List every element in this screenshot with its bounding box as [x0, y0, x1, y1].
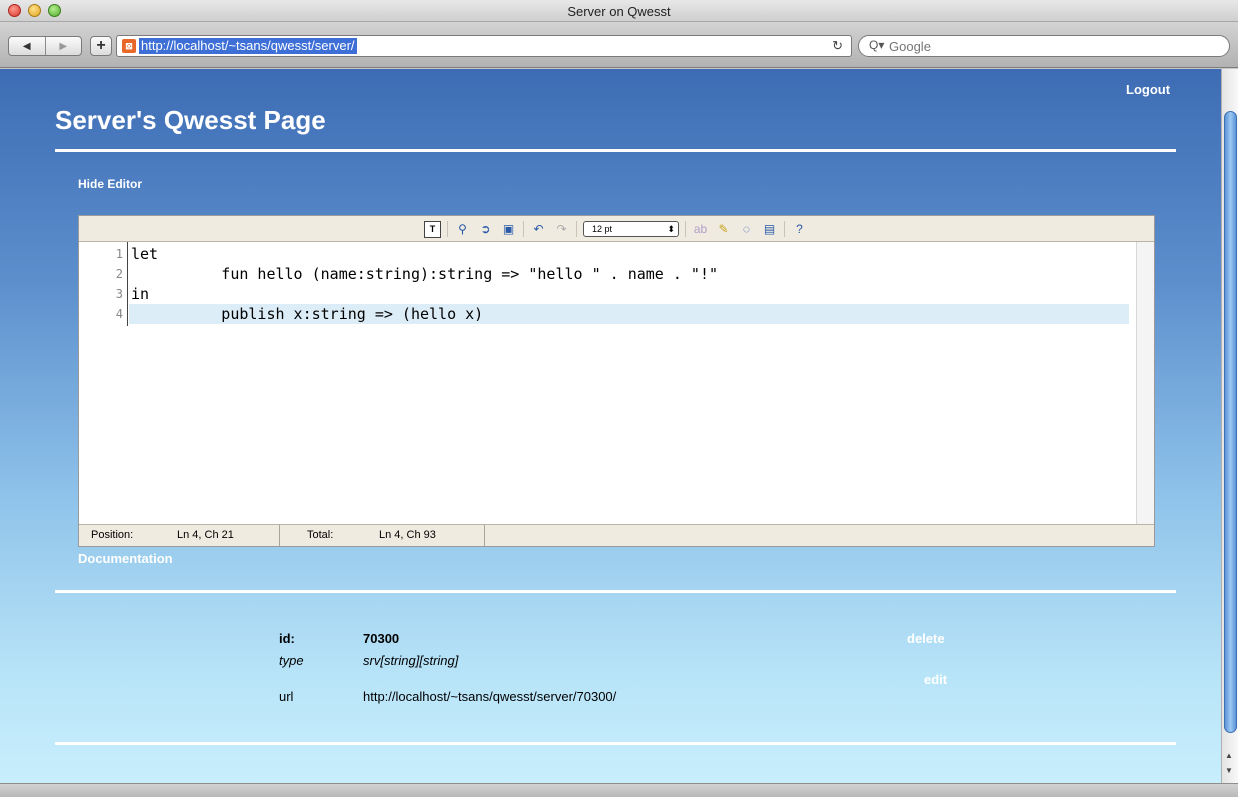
- code-line[interactable]: let: [129, 244, 1129, 264]
- line-numbers: 1 2 3 4: [79, 244, 123, 324]
- back-button[interactable]: ◀: [9, 37, 45, 55]
- total-label: Total:: [307, 529, 334, 541]
- code-area[interactable]: let fun hello (name:string):string => "h…: [129, 244, 1129, 324]
- code-line[interactable]: in: [129, 284, 1129, 304]
- delete-link[interactable]: delete: [907, 631, 945, 646]
- url-label: url: [279, 689, 294, 704]
- search-icon[interactable]: Q▾: [869, 38, 884, 52]
- total-value: Ln 4, Ch 93: [379, 529, 436, 541]
- page-title: Server's Qwesst Page: [55, 105, 326, 135]
- add-bookmark-button[interactable]: +: [90, 36, 112, 56]
- scroll-up-icon[interactable]: ▲: [1225, 751, 1233, 760]
- divider: [55, 149, 1176, 152]
- scroll-down-icon[interactable]: ▼: [1225, 766, 1233, 775]
- select-arrow-icon: ⬍: [667, 224, 675, 234]
- logout-link[interactable]: Logout: [1126, 82, 1170, 97]
- status-divider: [484, 525, 485, 546]
- hide-editor-link[interactable]: Hide Editor: [78, 177, 142, 191]
- help-icon[interactable]: ?: [791, 221, 808, 238]
- type-value: srv[string][string]: [363, 653, 459, 668]
- line-number: 3: [115, 287, 123, 301]
- documentation-link[interactable]: Documentation: [78, 551, 173, 566]
- font-size-select[interactable]: 12 pt ⬍: [583, 221, 679, 237]
- type-label: type: [279, 653, 304, 668]
- scrollbar-thumb[interactable]: [1224, 111, 1237, 733]
- favicon-icon: ⊠: [122, 39, 136, 53]
- browser-toolbar: ◀ ▶ + ⊠ http://localhost/~tsans/qwesst/s…: [0, 22, 1238, 68]
- gutter-divider: [127, 242, 128, 326]
- toolbar-separator: [447, 221, 448, 237]
- page-scrollbar[interactable]: ▲ ▼: [1221, 69, 1238, 783]
- line-number: 1: [115, 247, 123, 261]
- font-size-value: 12 pt: [592, 224, 613, 234]
- page-viewport: Logout Server's Qwesst Page Hide Editor …: [0, 69, 1221, 783]
- redo-icon[interactable]: ↷: [553, 221, 570, 238]
- status-divider: [279, 525, 280, 546]
- code-editor[interactable]: T ⚲ ➲ ▣ ↶ ↷ 12 pt ⬍ ab ✎ ◌ ▤ ? 1 2 3 4 l…: [78, 215, 1155, 547]
- toolbar-separator: [523, 221, 524, 237]
- toggle-text-icon[interactable]: T: [424, 220, 441, 238]
- toolbar-separator: [576, 221, 577, 237]
- position-value: Ln 4, Ch 21: [177, 529, 234, 541]
- editor-status-bar: Position: Ln 4, Ch 21 Total: Ln 4, Ch 93: [79, 524, 1154, 546]
- window-bottom-bar: [0, 783, 1238, 797]
- goto-icon[interactable]: ➲: [477, 221, 494, 238]
- reload-icon[interactable]: ↻: [832, 38, 843, 54]
- window-titlebar: Server on Qwesst: [0, 0, 1238, 22]
- code-line[interactable]: fun hello (name:string):string => "hello…: [129, 264, 1129, 284]
- window-title: Server on Qwesst: [567, 4, 671, 19]
- toolbar-separator: [685, 221, 686, 237]
- url-value: http://localhost/~tsans/qwesst/server/70…: [363, 689, 617, 704]
- highlight-icon[interactable]: ✎: [715, 221, 732, 238]
- word-wrap-icon[interactable]: ▤: [761, 221, 778, 238]
- divider: [55, 742, 1176, 745]
- line-number: 4: [115, 307, 123, 321]
- toolbar-separator: [784, 221, 785, 237]
- spellcheck-icon[interactable]: ab: [692, 221, 709, 238]
- divider: [55, 590, 1176, 593]
- edit-link[interactable]: edit: [924, 672, 947, 687]
- search-box[interactable]: Q▾: [858, 35, 1230, 57]
- id-label: id:: [279, 631, 295, 646]
- undo-icon[interactable]: ↶: [530, 221, 547, 238]
- search-input[interactable]: [889, 38, 1209, 54]
- fullscreen-icon[interactable]: ▣: [500, 221, 517, 238]
- find-icon[interactable]: ⚲: [454, 221, 471, 238]
- forward-icon: ▶: [59, 40, 68, 52]
- line-number: 2: [115, 267, 123, 281]
- address-bar[interactable]: ⊠ http://localhost/~tsans/qwesst/server/…: [116, 35, 852, 57]
- forward-button[interactable]: ▶: [44, 37, 82, 55]
- address-url[interactable]: http://localhost/~tsans/qwesst/server/: [139, 38, 357, 54]
- id-value: 70300: [363, 631, 400, 646]
- reset-highlight-icon[interactable]: ◌: [738, 221, 755, 238]
- nav-buttons: ◀ ▶: [8, 36, 82, 56]
- editor-scrollbar[interactable]: [1136, 242, 1154, 524]
- position-label: Position:: [91, 529, 134, 541]
- editor-toolbar: T ⚲ ➲ ▣ ↶ ↷ 12 pt ⬍ ab ✎ ◌ ▤ ?: [79, 216, 1154, 242]
- back-icon: ◀: [22, 40, 31, 52]
- code-line-active[interactable]: publish x:string => (hello x): [129, 304, 1129, 324]
